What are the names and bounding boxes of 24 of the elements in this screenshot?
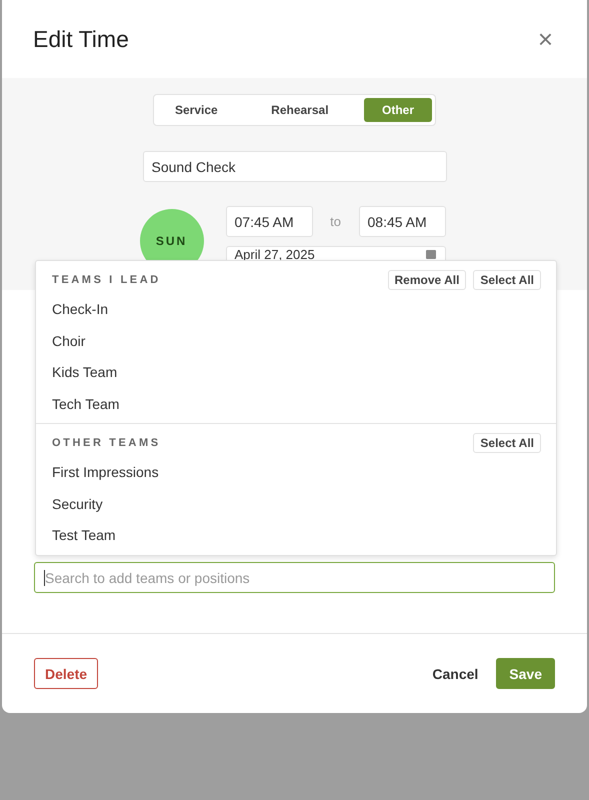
team-option[interactable]: Tech Team xyxy=(36,388,556,420)
team-option[interactable]: First Impressions xyxy=(36,457,556,488)
tab[interactable]: Service xyxy=(157,98,236,122)
name-field[interactable]: Sound Check xyxy=(142,151,446,182)
to-label: to xyxy=(329,214,342,229)
tab[interactable]: Rehearsal xyxy=(253,98,347,122)
save-button[interactable]: Save xyxy=(496,658,555,689)
team-option[interactable]: Choir xyxy=(36,326,556,357)
team-option[interactable]: Security xyxy=(36,488,556,520)
select-button[interactable]: Remove All xyxy=(388,270,466,290)
section-heading: OTHER TEAMS xyxy=(52,437,161,449)
section-heading: TEAMS I LEAD xyxy=(52,274,161,286)
team-option[interactable]: Check-In xyxy=(36,294,556,326)
select-button[interactable]: Select All xyxy=(473,270,541,290)
cancel-button[interactable]: Cancel xyxy=(422,658,488,689)
close-button[interactable]: × xyxy=(534,24,557,54)
tab[interactable]: Other xyxy=(364,98,432,122)
start-time-field[interactable]: 07:45 AM xyxy=(226,206,312,237)
dialog-title: Edit Time xyxy=(33,26,129,52)
delete-button[interactable]: Delete xyxy=(34,658,98,689)
team-option[interactable]: Test Team xyxy=(36,520,556,552)
select-button[interactable]: Select All xyxy=(473,433,541,453)
end-time-field[interactable]: 08:45 AM xyxy=(358,206,446,237)
team-option[interactable]: Kids Team xyxy=(36,357,556,388)
